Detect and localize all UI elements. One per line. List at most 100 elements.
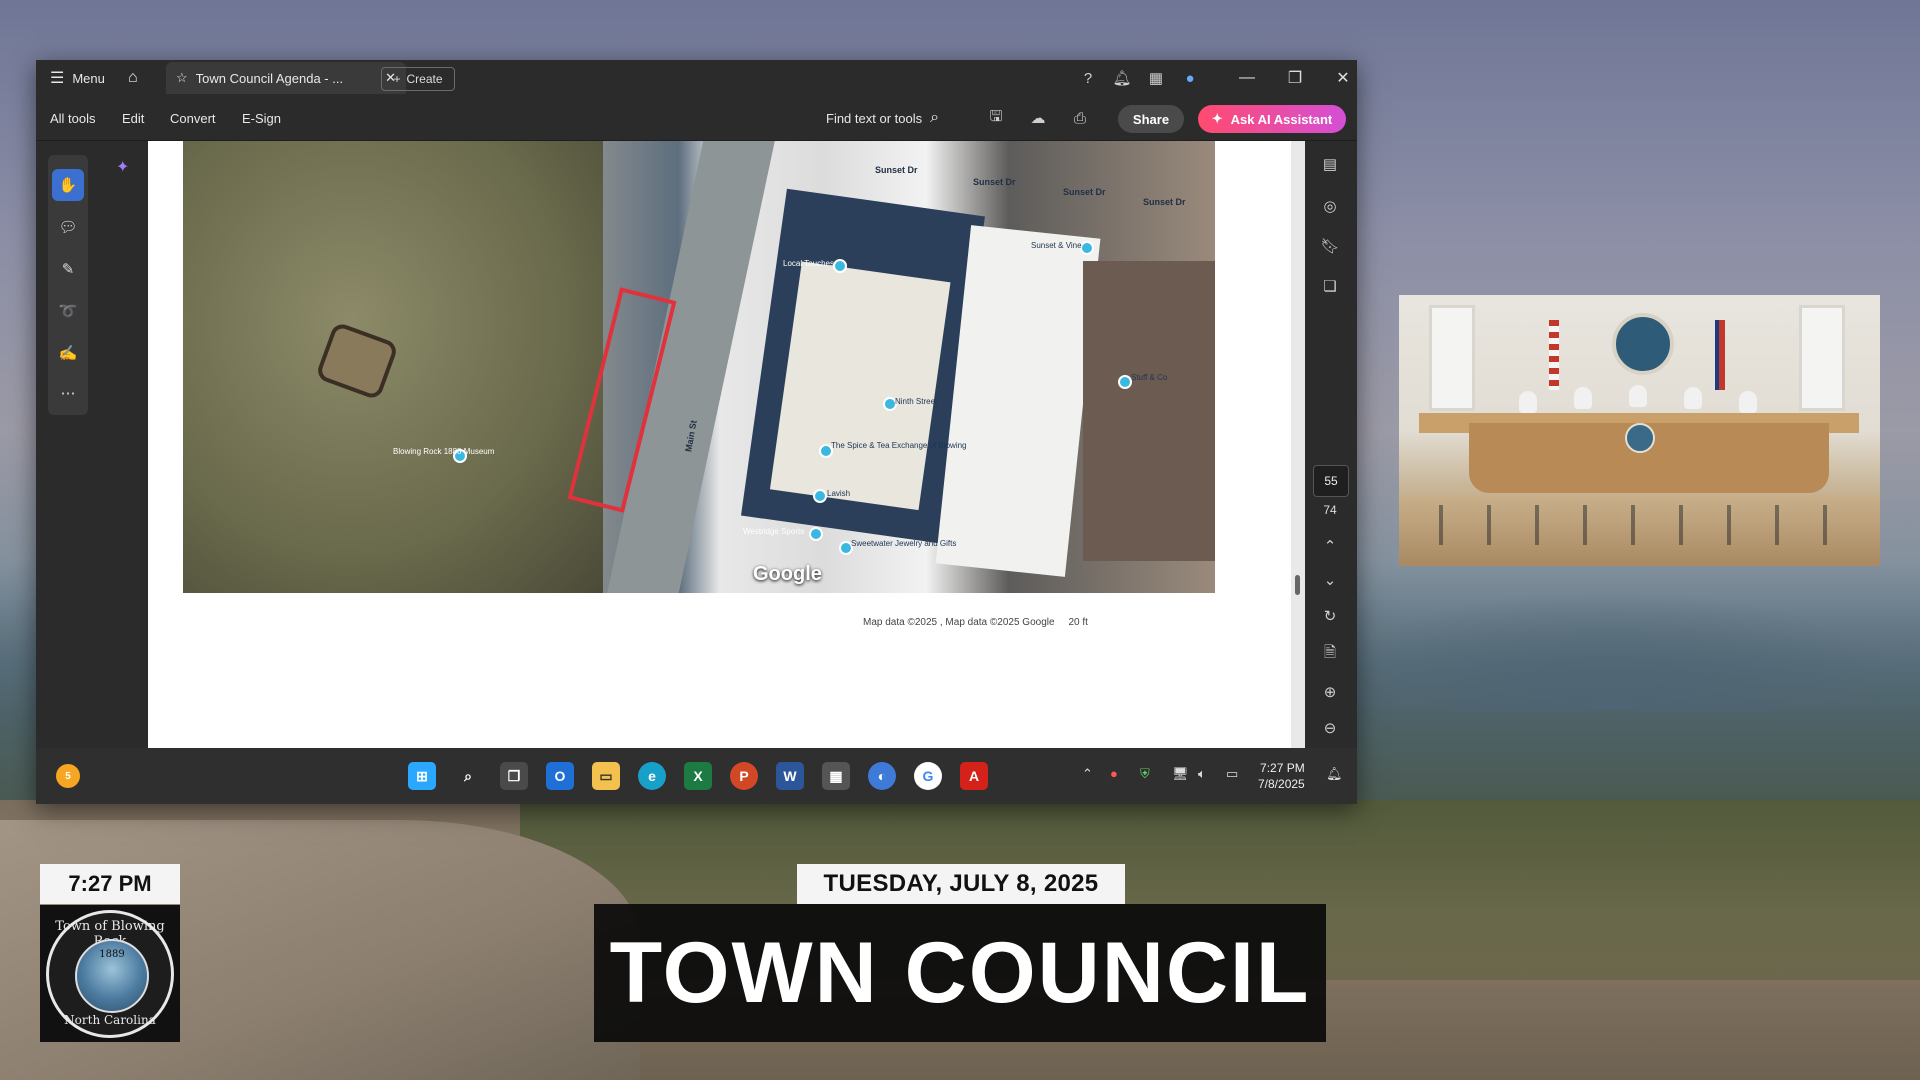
search-icon: ⌕ (930, 109, 940, 126)
total-pages-label: 74 (1323, 503, 1337, 517)
map-building (1083, 261, 1215, 561)
map-place-label: Lavish (827, 489, 851, 498)
document-page: Sunset Dr Sunset Dr Sunset Dr Sunset Dr … (148, 141, 1291, 748)
find-tools-button[interactable]: Find text or tools ⌕ (826, 96, 939, 140)
zoom-in-icon[interactable]: ⊕ (1315, 677, 1345, 707)
right-side-rail: ▤ ◎ 🔖︎ ❏ 55 74 ⌃ ⌄ ↻ 🗎 ⊕ ⊖ (1291, 141, 1357, 748)
scrollbar-thumb[interactable] (1295, 575, 1300, 595)
title-bar: ☰ Menu ⌂ ☆ Town Council Agenda - ... ✕ +… (36, 60, 1357, 96)
logo-bottom-text: North Carolina (64, 1012, 156, 1027)
map-place-pin (813, 489, 827, 503)
calculator-icon[interactable]: ▦ (822, 762, 850, 790)
star-icon[interactable]: ☆ (176, 70, 188, 86)
pages-icon[interactable]: ❏ (1315, 271, 1345, 301)
file-explorer-icon[interactable]: ▭ (592, 762, 620, 790)
clock-time: 7:27 PM (1260, 761, 1305, 775)
minimize-icon[interactable]: — (1224, 60, 1270, 96)
ask-ai-assistant-button[interactable]: ✦ Ask AI Assistant (1198, 105, 1346, 133)
taskbar-search-icon[interactable]: ⌕ (454, 762, 482, 790)
start-icon[interactable]: ⊞ (408, 762, 436, 790)
bookmark-icon[interactable]: 🔖︎ (1315, 231, 1345, 261)
cloud-upload-icon[interactable]: ☁ (1026, 106, 1050, 130)
overlay-time: 7:27 PM (40, 864, 180, 904)
create-button[interactable]: + Create (381, 67, 455, 91)
print-icon[interactable]: ⎙ (1068, 106, 1092, 130)
close-window-icon[interactable]: ✕ (1320, 60, 1366, 96)
help-icon[interactable]: ? (1076, 66, 1100, 90)
vertical-scrollbar[interactable] (1291, 141, 1305, 748)
document-tab[interactable]: ☆ Town Council Agenda - ... ✕ (166, 62, 406, 94)
town-seal-logo: Town of Blowing Rock 1889 North Carolina (46, 909, 174, 1038)
edge-icon[interactable]: e (638, 762, 666, 790)
highlight-pen-icon[interactable]: ✎ (52, 253, 84, 285)
council-member (1684, 387, 1702, 409)
map-place-pin (809, 527, 823, 541)
widgets-weather-icon[interactable]: 5 (56, 764, 80, 788)
map-place-pin (1080, 241, 1094, 255)
acrobat-icon[interactable]: A (960, 762, 988, 790)
left-tool-panel: ✋ 💬︎ ✎ ➰ ✍ ⋯ ✦ (36, 141, 148, 748)
current-page-field[interactable]: 55 (1313, 465, 1349, 497)
more-tools-icon[interactable]: ⋯ (52, 377, 84, 409)
us-flag (1549, 320, 1559, 390)
ai-sparkle-icon[interactable]: ✦ (116, 157, 129, 177)
map-place-label: Ninth Street (895, 397, 938, 406)
convert-menu[interactable]: Convert (170, 96, 216, 140)
signature-tool-icon[interactable]: ✍ (52, 337, 84, 369)
notification-badge: 5 (65, 770, 71, 782)
map-street-label: Sunset Dr (973, 177, 1016, 187)
esign-menu[interactable]: E-Sign (242, 96, 281, 140)
share-button[interactable]: Share (1118, 105, 1184, 133)
nc-flag (1715, 320, 1725, 390)
volume-icon[interactable]: 🔈︎ (1198, 766, 1206, 782)
chrome-icon[interactable]: G (914, 762, 942, 790)
zoom-out-icon[interactable]: ⊖ (1315, 713, 1345, 743)
chamber-window (1799, 305, 1845, 411)
notifications-icon[interactable]: 🔔︎ (1326, 766, 1343, 782)
word-icon[interactable]: W (776, 762, 804, 790)
map-place-label: Westridge Sports (743, 527, 805, 536)
tray-security-icon[interactable]: ⛨ (1140, 766, 1150, 782)
browser-icon[interactable]: ◐ (868, 762, 896, 790)
find-text-label: Find text or tools (826, 110, 923, 126)
rotate-icon[interactable]: ↻ (1315, 601, 1345, 631)
menu-button[interactable]: ☰ Menu (50, 60, 105, 96)
hand-tool-icon[interactable]: ✋ (52, 169, 84, 201)
profile-avatar-icon[interactable]: ● (1178, 66, 1202, 90)
save-icon[interactable]: 🖫 (984, 106, 1008, 130)
tray-overflow-icon[interactable]: ⌃ (1082, 766, 1093, 782)
attachments-icon[interactable]: ◎ (1315, 191, 1345, 221)
powerpoint-icon[interactable]: P (730, 762, 758, 790)
outlook-icon[interactable]: O (546, 762, 574, 790)
comment-tool-icon[interactable]: 💬︎ (52, 211, 84, 243)
tab-title: Town Council Agenda - ... (195, 70, 344, 86)
audience-chairs (1439, 505, 1839, 545)
council-chamber-video (1399, 295, 1880, 566)
system-clock[interactable]: 7:27 PM 7/8/2025 (1258, 760, 1305, 792)
map-street-label: Sunset Dr (1143, 197, 1186, 207)
home-icon[interactable]: ⌂ (128, 60, 138, 96)
tray-app-icon[interactable]: ● (1110, 766, 1118, 781)
bell-icon[interactable]: 🔔︎ (1110, 66, 1134, 90)
task-view-icon[interactable]: ❐ (500, 762, 528, 790)
restore-icon[interactable]: ❐ (1272, 60, 1318, 96)
network-icon[interactable]: 🖥︎ (1172, 766, 1189, 782)
council-member (1629, 385, 1647, 407)
page-extract-icon[interactable]: 🗎 (1315, 639, 1345, 669)
map-attribution: Map data ©2025 , Map data ©2025 Google 2… (863, 617, 1088, 628)
map-attribution-text: Map data ©2025 , Map data ©2025 Google (863, 617, 1055, 628)
map-scale-label: 20 ft (1068, 617, 1088, 628)
apps-grid-icon[interactable]: ▦ (1144, 66, 1168, 90)
comments-panel-icon[interactable]: ▤ (1315, 149, 1345, 179)
satellite-map-image: Sunset Dr Sunset Dr Sunset Dr Sunset Dr … (183, 141, 1215, 593)
chevron-up-icon[interactable]: ⌃ (1315, 531, 1345, 561)
chamber-window (1429, 305, 1475, 411)
edit-menu[interactable]: Edit (122, 96, 144, 140)
lasso-draw-icon[interactable]: ➰ (52, 295, 84, 327)
all-tools-menu[interactable]: All tools (50, 96, 96, 140)
chevron-down-icon[interactable]: ⌄ (1315, 565, 1345, 595)
map-place-label: Stuff & Co (1131, 373, 1168, 382)
main-toolbar: All tools Edit Convert E-Sign Find text … (36, 96, 1357, 141)
excel-icon[interactable]: X (684, 762, 712, 790)
battery-icon[interactable]: ▭ (1226, 766, 1238, 782)
